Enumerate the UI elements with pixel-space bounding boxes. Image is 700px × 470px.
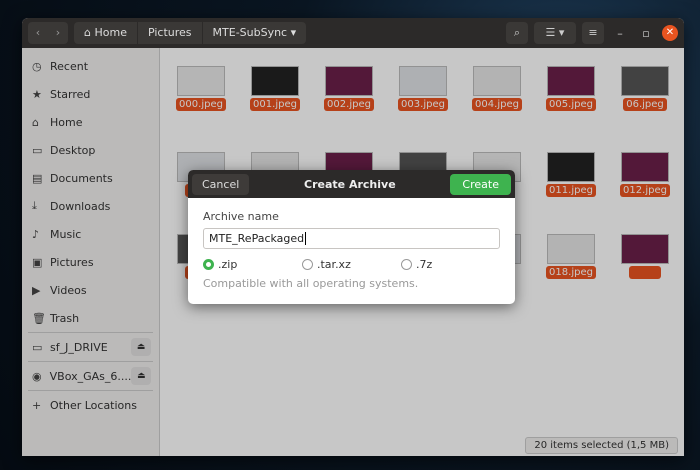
home-icon: ⌂: [84, 26, 95, 39]
breadcrumb-home[interactable]: ⌂ Home: [74, 22, 138, 44]
archive-name-input[interactable]: MTE_RePackaged: [203, 228, 500, 249]
view-options-button[interactable]: ☰ ▾: [534, 22, 576, 44]
header-bar: ‹ › ⌂ Home Pictures MTE-SubSync ▾ ⌕ ☰ ▾ ≡…: [22, 18, 684, 48]
breadcrumb-pictures[interactable]: Pictures: [138, 22, 203, 44]
format-7z-radio[interactable]: .7z: [401, 258, 500, 271]
forward-button[interactable]: ›: [48, 22, 68, 44]
back-button[interactable]: ‹: [28, 22, 48, 44]
create-button[interactable]: Create: [450, 173, 511, 195]
format-hint: Compatible with all operating systems.: [203, 277, 419, 290]
cancel-button[interactable]: Cancel: [192, 173, 250, 195]
search-button[interactable]: ⌕: [506, 22, 528, 44]
radio-icon: [401, 259, 412, 270]
breadcrumb-current[interactable]: MTE-SubSync ▾: [203, 22, 307, 44]
format-zip-radio[interactable]: .zip: [203, 258, 302, 271]
radio-checked-icon: [203, 259, 214, 270]
format-tarxz-radio[interactable]: .tar.xz: [302, 258, 401, 271]
create-archive-dialog: Cancel Create Archive Create Archive nam…: [188, 170, 515, 304]
breadcrumb: ⌂ Home Pictures MTE-SubSync ▾: [74, 22, 307, 44]
menu-button[interactable]: ≡: [582, 22, 604, 44]
archive-name-label: Archive name: [203, 210, 279, 223]
close-button[interactable]: ✕: [662, 25, 678, 41]
chevron-down-icon: ▾: [290, 26, 297, 39]
maximize-button[interactable]: ▫: [636, 27, 656, 40]
minimize-button[interactable]: –: [610, 27, 630, 40]
dialog-title: Create Archive: [304, 177, 396, 191]
radio-icon: [302, 259, 313, 270]
